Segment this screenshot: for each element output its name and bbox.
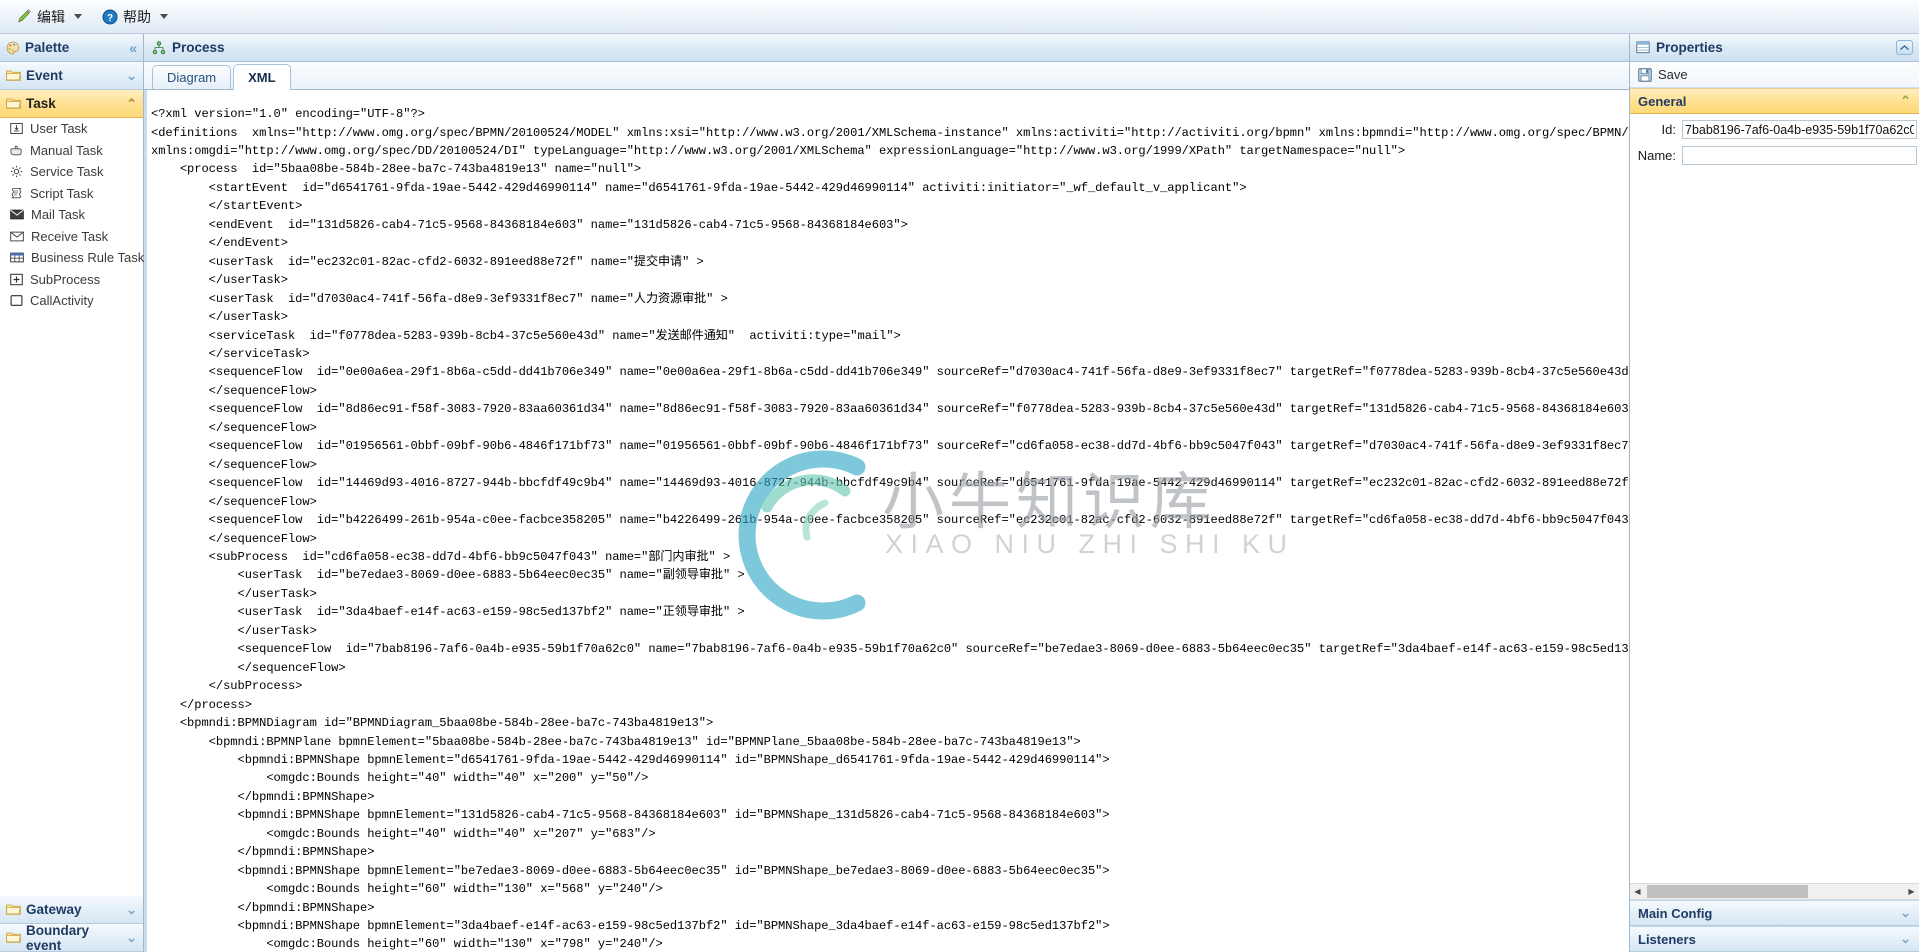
properties-section-general[interactable]: General ⌃ [1630,88,1919,114]
double-chevron-down-icon: ⌄ [1900,931,1911,946]
scrollbar-track[interactable] [1645,885,1904,898]
palette-group-boundary-event[interactable]: Boundary event ⌄ [0,922,143,952]
properties-section-listeners-label: Listeners [1638,931,1696,947]
properties-panel: Properties Save General ⌃ Id: 7bab8196-7… [1630,34,1919,952]
palette-item-manual-task[interactable]: Manual Task [0,140,143,162]
left-arrow-icon[interactable]: ◀ [1630,884,1645,899]
minimize-icon[interactable] [1896,40,1913,55]
palette-title: Palette [25,40,70,55]
palette-group-event[interactable]: Event ⌄ [0,62,143,90]
palette-item-subprocess[interactable]: SubProcess [0,269,143,291]
properties-section-main-config-label: Main Config [1638,905,1713,921]
palette-item-business-rule-task[interactable]: Business Rule Task [0,247,145,269]
field-label-id: Id: [1661,122,1676,137]
manual-task-icon [10,144,23,157]
properties-horizontal-scrollbar[interactable]: ◀ ▶ [1630,883,1919,900]
properties-fields: Id: Name: [1630,114,1919,883]
scrollbar-thumb[interactable] [1647,885,1808,898]
palette-item-user-task[interactable]: User Task [0,118,143,140]
properties-save-button[interactable]: Save [1658,67,1688,82]
menu-bar: 编辑 ? 帮助 [0,0,1919,34]
palette-item-label: SubProcess [30,271,101,287]
palette-item-receive-task[interactable]: Receive Task [0,226,143,248]
double-chevron-down-icon: ⌄ [1900,905,1911,920]
pencil-icon [17,9,32,24]
properties-toolbar: Save [1630,62,1919,88]
double-chevron-up-icon: ⌃ [1900,93,1911,108]
mail-filled-icon [10,209,24,220]
double-chevron-down-icon: ⌄ [126,67,137,83]
palette-group-gateway-label: Gateway [26,902,82,917]
main-layout: Palette « Event ⌄ Task ⌃ User Task Manua… [0,34,1919,952]
palette-item-callactivity[interactable]: CallActivity [0,290,143,312]
properties-section-main-config[interactable]: Main Config ⌄ [1630,900,1919,926]
xml-source-pane[interactable]: <?xml version="1.0" encoding="UTF-8"?> <… [144,90,1629,952]
mail-outline-icon [10,231,24,242]
palette-item-mail-task[interactable]: Mail Task [0,204,143,226]
plus-box-icon [10,273,23,286]
xml-source-text: <?xml version="1.0" encoding="UTF-8"?> <… [151,107,1629,952]
chevron-down-icon [74,14,82,19]
palette-item-label: Business Rule Task [31,250,145,266]
right-arrow-icon[interactable]: ▶ [1904,884,1919,899]
field-row-id: Id: [1630,120,1919,139]
palette-item-label: User Task [30,121,88,137]
double-chevron-down-icon: ⌄ [126,901,137,917]
editor-title: Process [172,40,225,55]
palette-spacer [0,312,143,897]
palette-header: Palette « [0,34,143,62]
chevron-down-icon [160,14,168,19]
palette-item-label: Receive Task [31,228,109,244]
palette-icon [6,41,20,55]
properties-title: Properties [1656,40,1723,55]
palette-group-task-label: Task [26,96,56,111]
properties-panel-icon [1636,41,1650,54]
palette-item-label: Mail Task [31,207,85,223]
editor-tabbar: Diagram XML [144,62,1629,90]
user-task-icon [10,122,23,135]
properties-header: Properties [1630,34,1919,62]
menu-item-edit-label: 编辑 [37,8,65,25]
editor-header: Process [144,34,1629,62]
folder-icon [6,931,21,944]
palette-group-task[interactable]: Task ⌃ [0,90,143,118]
editor-panel: Process Diagram XML <?xml version="1.0" … [144,34,1630,952]
folder-icon [6,69,21,82]
palette-panel: Palette « Event ⌄ Task ⌃ User Task Manua… [0,34,144,952]
palette-group-event-label: Event [26,68,63,83]
palette-group-gateway[interactable]: Gateway ⌄ [0,896,143,924]
empty-box-icon [10,294,23,307]
palette-item-script-task[interactable]: Script Task [0,183,143,205]
double-chevron-down-icon: ⌄ [126,929,137,945]
tab-xml[interactable]: XML [233,64,291,90]
folder-icon [6,903,21,916]
properties-section-listeners[interactable]: Listeners ⌄ [1630,926,1919,952]
palette-item-label: Service Task [30,164,104,180]
menu-item-help[interactable]: ? 帮助 [95,4,175,30]
table-icon [10,252,24,263]
double-chevron-up-icon: ⌃ [126,95,137,111]
tab-diagram[interactable]: Diagram [152,65,232,89]
palette-item-label: Script Task [30,185,94,201]
gear-icon [10,165,23,178]
id-field[interactable] [1682,120,1917,139]
name-field[interactable] [1682,146,1917,165]
palette-item-label: CallActivity [30,293,94,309]
help-icon: ? [102,9,118,25]
palette-item-label: Manual Task [30,142,103,158]
script-icon [10,187,23,200]
palette-group-boundary-event-label: Boundary event [26,922,90,952]
save-disk-icon [1638,67,1652,82]
properties-section-general-label: General [1638,93,1687,109]
svg-text:?: ? [107,13,113,24]
menu-item-help-label: 帮助 [123,8,151,25]
field-label-name: Name: [1637,148,1676,163]
palette-item-service-task[interactable]: Service Task [0,161,143,183]
menu-item-edit[interactable]: 编辑 [10,4,89,30]
process-tree-icon [152,40,166,55]
palette-footer-groups: Gateway ⌄ Boundary event ⌄ [0,896,143,952]
folder-icon [6,97,21,110]
field-row-name: Name: [1630,146,1919,165]
double-chevron-left-icon[interactable]: « [129,40,137,56]
